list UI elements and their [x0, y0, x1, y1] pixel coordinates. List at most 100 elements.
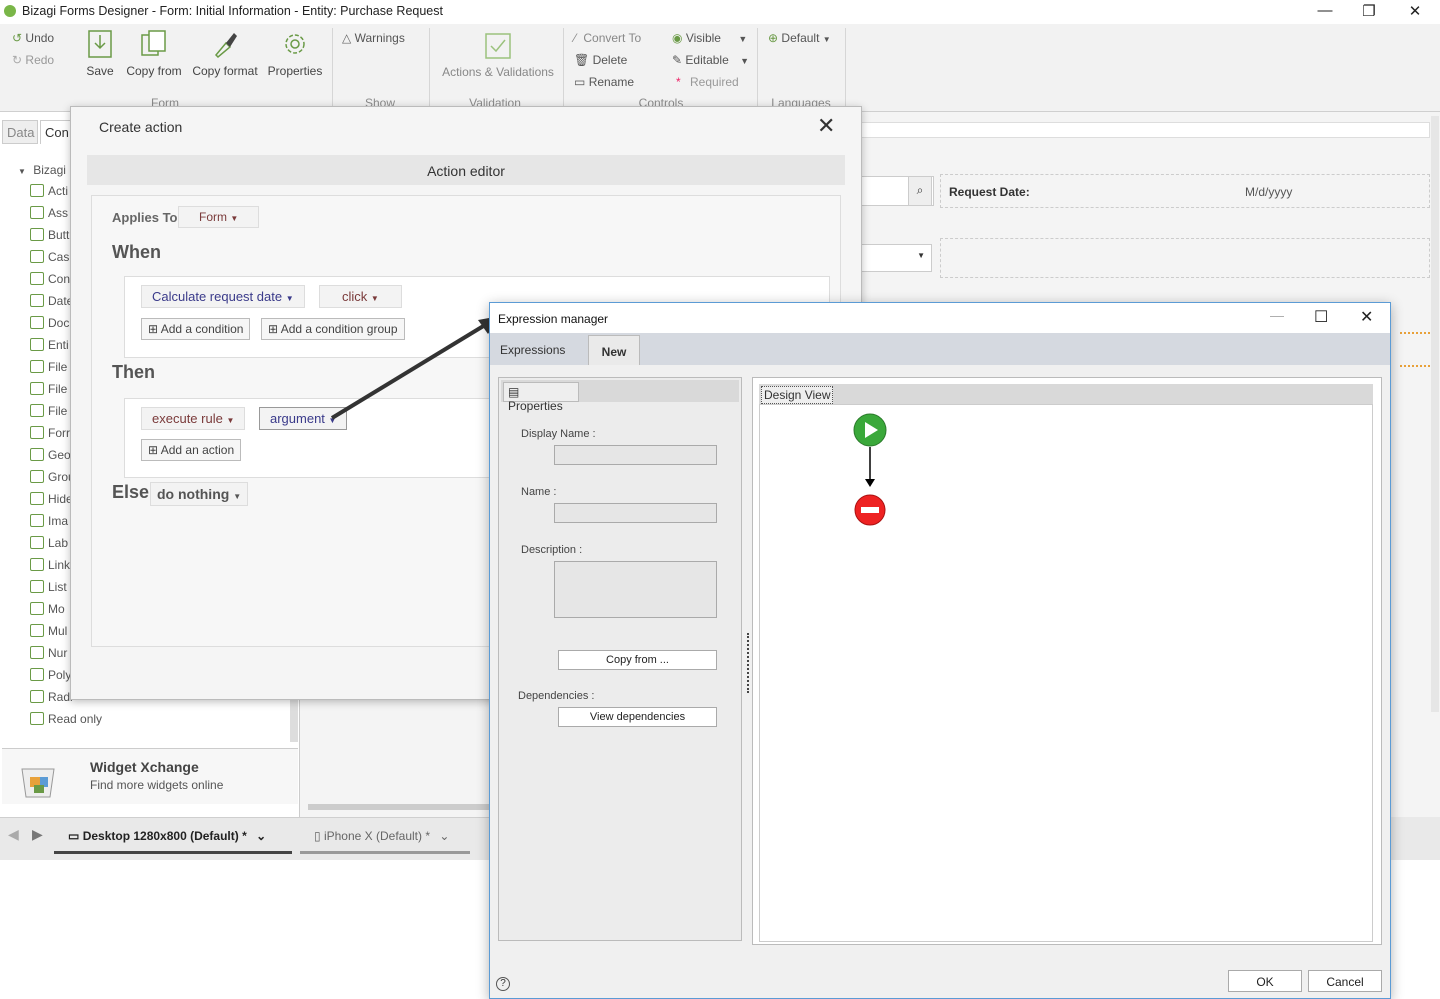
arrowhead-icon: [865, 479, 875, 487]
phone-icon: ▯: [314, 829, 321, 843]
design-canvas[interactable]: [759, 404, 1373, 942]
dependencies-label: Dependencies :: [518, 690, 595, 702]
request-date-control[interactable]: Request Date: M/d/yyyy: [940, 174, 1430, 208]
control-icon: [30, 338, 44, 351]
request-date-input[interactable]: M/d/yyyy: [1245, 185, 1292, 199]
required-button[interactable]: * Required: [676, 75, 739, 89]
tree-item-label: Ima: [48, 514, 69, 528]
horizontal-scrollbar[interactable]: [308, 804, 498, 810]
tab-data[interactable]: Data: [2, 120, 38, 144]
restore-button[interactable]: ❐: [1346, 2, 1392, 22]
tree-item[interactable]: Read only: [30, 712, 150, 734]
copy-format-button[interactable]: Copy format: [190, 29, 260, 78]
delete-button[interactable]: 🗑 Delete: [574, 53, 627, 67]
tree-item-label: Con: [48, 272, 71, 286]
condition-control-value: Calculate request date: [152, 289, 283, 304]
control-icon: [30, 294, 44, 307]
copy-from-button[interactable]: Copy from: [124, 29, 184, 78]
view-dependencies-button[interactable]: View dependencies: [558, 707, 717, 727]
language-dropdown[interactable]: ⊕ Default ▼: [768, 31, 831, 45]
visible-dropdown[interactable]: ◉ Visible ▼: [672, 31, 747, 45]
properties-tab[interactable]: ▤ Properties: [503, 382, 579, 413]
tree-item-label: Geo: [48, 448, 71, 462]
warnings-button[interactable]: △ Warnings: [342, 31, 405, 45]
editable-dropdown[interactable]: ✎ Editable ▼: [672, 53, 749, 67]
rename-label: Rename: [588, 75, 635, 89]
applies-to-dropdown[interactable]: Form ▼: [178, 206, 260, 228]
name-field[interactable]: [554, 503, 717, 523]
rename-icon: ▭: [574, 75, 586, 89]
drop-indicator: [1400, 365, 1430, 367]
stop-icon: [861, 507, 879, 513]
tab-expressions[interactable]: Expressions: [500, 343, 565, 357]
undo-button[interactable]: ↺ Undo: [12, 31, 54, 45]
rename-button[interactable]: ▭ Rename: [574, 75, 634, 89]
maximize-button[interactable]: ☐: [1314, 307, 1328, 327]
help-icon[interactable]: ?: [496, 977, 510, 991]
copy-format-label: Copy format: [192, 64, 258, 78]
display-name-field[interactable]: [554, 445, 717, 465]
control-icon: [30, 492, 44, 505]
dropdown-control[interactable]: ▼: [860, 244, 932, 272]
empty-cell: [940, 238, 1430, 278]
gear-icon: [285, 34, 305, 54]
actions-validations-button[interactable]: Actions & Validations: [438, 32, 558, 79]
control-icon: [30, 558, 44, 571]
else-heading: Else: [112, 482, 150, 502]
search-icon[interactable]: ⌕: [908, 176, 932, 206]
cancel-button[interactable]: Cancel: [1308, 970, 1382, 992]
tree-item-label: Hide: [48, 492, 73, 506]
asterisk-icon: *: [676, 75, 681, 89]
tree-item-label: File: [48, 382, 68, 396]
tab-controls[interactable]: Con: [40, 120, 72, 144]
control-icon: [30, 382, 44, 395]
convert-to-label: Convert To: [583, 31, 642, 45]
tree-item-label: File: [48, 404, 68, 418]
design-view-tab[interactable]: Design View: [761, 386, 834, 404]
vertical-scrollbar[interactable]: [1431, 116, 1439, 712]
tab-iphone[interactable]: ▯ iPhone X (Default) * ⌄: [300, 822, 470, 854]
close-button[interactable]: ✕: [1392, 2, 1438, 22]
convert-to-button[interactable]: ⁄ Convert To: [574, 31, 641, 45]
else-dropdown[interactable]: do nothing ▼: [150, 482, 249, 506]
prev-tab-arrow-icon[interactable]: ◀: [8, 826, 19, 843]
tree-item-label: List: [48, 580, 67, 594]
caret-down-icon: ▼: [233, 492, 242, 501]
tree-item-label: Enti: [48, 338, 69, 352]
name-label: Name :: [521, 486, 557, 498]
add-condition-button[interactable]: ⊞ Add a condition: [141, 318, 251, 340]
widget-xchange-banner[interactable]: Widget Xchange Find more widgets online: [2, 748, 298, 804]
close-button[interactable]: ✕: [1360, 307, 1373, 327]
description-label: Description :: [521, 544, 583, 556]
tab-new[interactable]: New: [588, 335, 640, 365]
ribbon: ↺ Undo ↻ Redo Save Copy from Copy format…: [0, 24, 1440, 112]
minimize-button[interactable]: —: [1302, 2, 1348, 22]
ok-button[interactable]: OK: [1228, 970, 1302, 992]
add-action-label: Add an action: [160, 443, 235, 457]
close-icon[interactable]: ✕: [817, 113, 835, 139]
tab-desktop-label: Desktop 1280x800 (Default) *: [82, 829, 247, 843]
control-icon: [30, 404, 44, 417]
action-type-dropdown[interactable]: execute rule ▼: [141, 407, 246, 430]
tab-desktop[interactable]: ▭ Desktop 1280x800 (Default) * ⌄: [54, 822, 292, 854]
tree-root[interactable]: ▼ Bizagi: [18, 163, 66, 177]
description-field[interactable]: [554, 561, 717, 618]
expression-manager-title: Expression manager: [498, 312, 609, 326]
redo-button[interactable]: ↻ Redo: [12, 53, 54, 67]
copy-from-expression-button[interactable]: Copy from ...: [558, 650, 717, 670]
undo-label: Undo: [25, 31, 55, 45]
next-tab-arrow-icon[interactable]: ▶: [32, 826, 43, 843]
action-argument-value: argument: [270, 411, 325, 426]
minimize-button[interactable]: —: [1270, 307, 1284, 323]
tree-item-label: Mo: [48, 602, 65, 616]
tree-item-label: Butt: [48, 228, 70, 242]
add-action-button[interactable]: ⊞ Add an action: [141, 439, 242, 461]
condition-control-dropdown[interactable]: Calculate request date ▼: [141, 285, 305, 308]
flow-diagram: [853, 413, 887, 526]
add-icon: ⊞: [148, 322, 159, 336]
visible-label: Visible: [685, 31, 721, 45]
properties-button[interactable]: Properties: [266, 29, 324, 78]
action-editor-header: Action editor: [87, 155, 845, 185]
applies-to-value: Form: [199, 210, 227, 224]
save-button[interactable]: Save: [84, 29, 116, 78]
